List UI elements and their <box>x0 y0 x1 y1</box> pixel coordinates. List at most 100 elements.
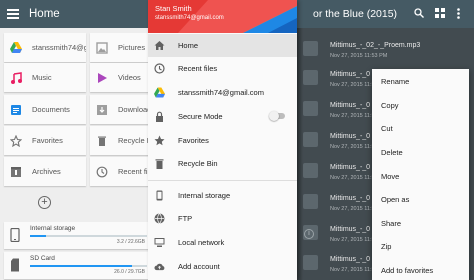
drawer-item-local-network[interactable]: Local network <box>148 231 297 254</box>
home-title: Home <box>29 8 60 20</box>
drawer-item-secure-mode[interactable]: Secure Mode <box>148 105 297 128</box>
file-name: Mittimus_-_0 <box>330 226 371 233</box>
secure-mode-toggle[interactable] <box>269 111 285 121</box>
home-screen: Home stanssmith74@gm Pictures Music Vide… <box>0 0 158 280</box>
file-date: Nov 27, 2015 11:53 <box>330 206 378 212</box>
tile-favorites[interactable]: Favorites <box>4 126 86 155</box>
account-header[interactable]: Stan Smith stanssmith74@gmail.com <box>148 0 297 33</box>
more-options-icon[interactable] <box>457 8 460 19</box>
phone-icon <box>10 228 20 242</box>
drawer-item-recent-files[interactable]: Recent files <box>148 57 297 80</box>
drawer-item-label: Add account <box>178 262 220 271</box>
drawer-item-label: Internal storage <box>178 191 231 200</box>
drawer-item-label: Recent files <box>178 64 218 73</box>
file-date: Nov 27, 2015 11:53 <box>330 144 378 150</box>
tile-documents[interactable]: Documents <box>4 95 86 124</box>
storage-size: 26.0 / 29.7GB <box>114 269 145 275</box>
file-name: Mittimus_-_0 <box>330 256 371 263</box>
audio-file-icon <box>303 101 318 116</box>
storage-usage-bar <box>30 235 147 237</box>
tile-label: Favorites <box>32 136 63 145</box>
tile-label: Music <box>32 73 52 82</box>
storage-name: Internal storage <box>30 225 76 232</box>
audio-file-icon <box>303 194 318 209</box>
globe-icon <box>154 213 165 224</box>
menu-item-rename[interactable]: Rename <box>381 77 409 86</box>
toggle-knob <box>269 111 279 121</box>
tile-label: Archives <box>32 167 61 176</box>
menu-item-delete[interactable]: Delete <box>381 148 403 157</box>
home-icon <box>154 41 165 50</box>
audio-file-icon <box>303 132 318 147</box>
account-name: Stan Smith <box>155 4 192 13</box>
storage-usage-fill <box>30 235 47 237</box>
clock-icon <box>96 166 108 178</box>
drawer-item-label: Favorites <box>178 136 209 145</box>
tile-label: Videos <box>118 73 141 82</box>
trash-icon <box>155 159 164 169</box>
tile-label: stanssmith74@gm <box>32 43 86 52</box>
music-icon <box>10 71 22 84</box>
archive-icon <box>10 166 22 178</box>
file-name: Mittimus_-_0 <box>330 164 371 171</box>
tile-label: Documents <box>32 105 70 114</box>
cloud-upload-icon <box>154 263 165 271</box>
star-icon <box>10 134 22 147</box>
tile-drive[interactable]: stanssmith74@gm <box>4 33 86 62</box>
drawer-item-ftp[interactable]: FTP <box>148 207 297 230</box>
drawer-item-recycle-bin[interactable]: Recycle Bin <box>148 152 297 175</box>
drawer-divider <box>148 180 297 181</box>
image-icon <box>96 41 108 54</box>
drawer-item-drive-account[interactable]: stanssmith74@gmail.com <box>148 81 297 104</box>
file-name: Mittimus_-_0 <box>330 71 371 78</box>
folder-toolbar: or the Blue (2015) <box>297 0 474 28</box>
hamburger-menu-icon[interactable] <box>7 9 19 19</box>
drive-icon <box>10 42 22 54</box>
drawer-item-label: Home <box>178 41 199 50</box>
file-date: Nov 27, 2015 11:53 <box>330 175 378 181</box>
drawer-item-home[interactable]: Home <box>148 34 297 57</box>
drawer-item-label: Secure Mode <box>178 112 223 121</box>
menu-item-zip[interactable]: Zip <box>381 242 391 251</box>
sd-card-icon <box>11 258 19 272</box>
file-name: Mittimus_-_0 <box>330 133 371 140</box>
drawer-item-internal-storage[interactable]: Internal storage <box>148 184 297 207</box>
file-row[interactable]: Mittimus_-_02_-_Proem.mp3 Nov 27, 2015 11… <box>297 30 474 62</box>
drawer-item-label: Recycle Bin <box>178 159 218 168</box>
grid-view-icon[interactable] <box>435 8 445 18</box>
audio-file-icon <box>303 163 318 178</box>
menu-item-move[interactable]: Move <box>381 172 399 181</box>
tile-label: Download <box>118 105 152 114</box>
drive-icon <box>154 87 165 98</box>
account-email: stanssmith74@gmail.com <box>155 15 224 21</box>
audio-file-icon <box>303 41 318 56</box>
menu-item-open-as[interactable]: Open as <box>381 195 409 204</box>
file-date: Nov 27, 2015 11:53 <box>330 82 378 88</box>
menu-item-cut[interactable]: Cut <box>381 124 393 133</box>
file-context-menu: Rename Copy Cut Delete Move Open as Shar… <box>372 69 469 280</box>
menu-item-add-to-favorites[interactable]: Add to favorites <box>381 266 433 275</box>
storage-usage-bar <box>30 265 147 267</box>
search-icon[interactable] <box>414 8 424 18</box>
file-name: Mittimus_-_02_-_Proem.mp3 <box>330 42 421 49</box>
trash-icon <box>96 135 108 147</box>
drawer-item-add-account[interactable]: Add account <box>148 255 297 278</box>
drawer-item-favorites[interactable]: Favorites <box>148 129 297 152</box>
file-date: Nov 27, 2015 11:53 <box>330 237 378 243</box>
audio-file-icon <box>303 255 318 270</box>
drawer-item-label: FTP <box>178 214 193 223</box>
audio-file-icon <box>303 70 318 85</box>
tile-archives[interactable]: Archives <box>4 157 86 186</box>
storage-sd-card[interactable]: SD Card 26.0 / 29.7GB <box>4 252 150 279</box>
drawer-shadow <box>297 28 303 280</box>
file-name: Mittimus_-_0 <box>330 195 371 202</box>
menu-item-copy[interactable]: Copy <box>381 101 399 110</box>
menu-item-share[interactable]: Share <box>381 219 401 228</box>
documents-icon <box>10 104 22 116</box>
storage-internal[interactable]: Internal storage 3.2 / 22.6GB <box>4 222 150 249</box>
folder-title: or the Blue (2015) <box>313 8 398 20</box>
network-icon <box>154 238 165 247</box>
info-icon[interactable]: i <box>304 229 314 239</box>
tile-music[interactable]: Music <box>4 63 86 92</box>
add-shortcut-button[interactable]: + <box>38 196 51 209</box>
